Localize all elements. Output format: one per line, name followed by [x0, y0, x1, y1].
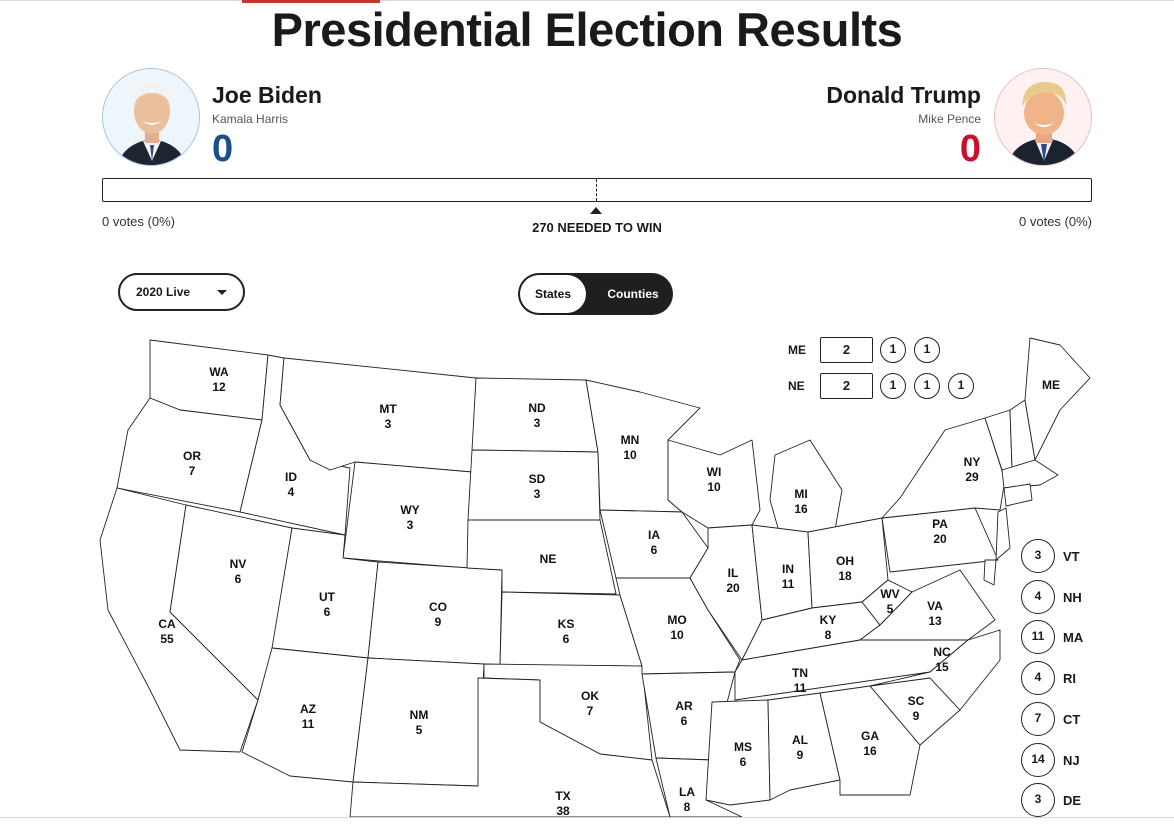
split-state-total[interactable]: 2: [820, 373, 873, 399]
top-border: [0, 0, 1174, 1]
dem-electoral-votes: 0: [212, 128, 234, 170]
state-label-oh: OH 18: [836, 554, 854, 583]
small-state-ev[interactable]: 11: [1021, 620, 1055, 654]
us-states-map: WA 12 OR 7 CA 55 ID 4 NV 6 MT 3 WY 3 UT 6 AZ 11 C…: [99, 337, 1091, 817]
district-circle[interactable]: 1: [914, 337, 940, 363]
small-state-ev[interactable]: 4: [1021, 661, 1055, 695]
small-state-ct[interactable]: 7 CT: [1021, 702, 1091, 736]
small-state-abbr: RI: [1063, 671, 1076, 686]
state-label-va: VA 13: [927, 599, 943, 628]
state-shape-nj[interactable]: [995, 507, 1011, 561]
rep-running-mate: Mike Pence: [918, 112, 981, 126]
small-state-abbr: DE: [1063, 793, 1082, 808]
state-shape-ct[interactable]: [1003, 483, 1033, 507]
small-state-abbr: NJ: [1063, 753, 1080, 768]
dem-candidate-name: Joe Biden: [212, 82, 322, 108]
small-state-vt[interactable]: 3 VT: [1021, 539, 1091, 573]
small-state-ev[interactable]: 4: [1021, 580, 1055, 614]
state-shape-nd[interactable]: [471, 377, 599, 453]
split-state-abbr: ME: [788, 343, 806, 357]
state-label-mi: MI 16: [794, 487, 808, 516]
year-select[interactable]: 2020 Live: [118, 273, 245, 311]
year-select-value: 2020 Live: [136, 285, 191, 299]
rep-candidate-name: Donald Trump: [826, 82, 981, 108]
state-label-ca: CA 55: [158, 617, 176, 646]
biden-portrait-icon: [102, 68, 200, 166]
small-state-ev[interactable]: 7: [1021, 702, 1055, 736]
small-state-abbr: MA: [1063, 630, 1084, 645]
split-state-total[interactable]: 2: [820, 337, 873, 363]
small-state-abbr: VT: [1063, 549, 1080, 564]
district-circle[interactable]: 1: [880, 337, 906, 363]
dem-running-mate: Kamala Harris: [212, 112, 289, 126]
electoral-vote-bar: [102, 178, 1092, 202]
district-circle[interactable]: 1: [880, 373, 906, 399]
state-shape-me[interactable]: [1024, 337, 1091, 461]
dem-popular-votes: 0 votes (0%): [102, 214, 175, 229]
small-state-ev[interactable]: 3: [1021, 783, 1055, 817]
state-label-ne: NE: [540, 552, 557, 566]
state-shape-nm[interactable]: [352, 657, 485, 787]
toggle-counties[interactable]: Counties: [596, 275, 670, 313]
state-label-in: IN 11: [782, 562, 795, 591]
state-label-ny: NY 29: [964, 455, 981, 484]
midpoint-triangle-icon: [590, 207, 602, 214]
small-state-de[interactable]: 3 DE: [1021, 783, 1091, 817]
state-label-me: ME: [1042, 378, 1060, 392]
small-state-nj[interactable]: 14 NJ: [1021, 743, 1091, 777]
page-title: Presidential Election Results: [271, 3, 903, 56]
district-circle[interactable]: 1: [948, 373, 974, 399]
small-state-ma[interactable]: 11 MA: [1021, 620, 1091, 654]
bottom-border: [0, 817, 1174, 818]
split-state-abbr: NE: [788, 379, 805, 393]
toggle-states[interactable]: States: [520, 275, 586, 313]
state-label-pa: PA 20: [932, 517, 948, 546]
district-circle[interactable]: 1: [914, 373, 940, 399]
view-toggle[interactable]: States Counties: [518, 273, 673, 315]
bar-midpoint-marker: [596, 179, 597, 201]
trump-portrait-icon: [994, 68, 1092, 166]
small-state-abbr: NH: [1063, 590, 1082, 605]
rep-popular-votes: 0 votes (0%): [1019, 214, 1092, 229]
state-label-az: AZ 11: [300, 702, 316, 731]
rep-electoral-votes: 0: [959, 128, 981, 170]
state-label-tn: TN 11: [792, 666, 808, 695]
needed-to-win-label: 270 NEEDED TO WIN: [532, 220, 662, 235]
state-shape-mt[interactable]: [279, 357, 477, 473]
state-label-mn: MN 10: [621, 433, 640, 462]
small-state-abbr: CT: [1063, 712, 1081, 727]
small-state-ri[interactable]: 4 RI: [1021, 661, 1091, 695]
state-shape-de[interactable]: [983, 559, 997, 586]
state-shape-ny[interactable]: [881, 417, 1006, 519]
state-label-wi: WI 10: [707, 465, 722, 494]
small-state-ev[interactable]: 14: [1021, 743, 1055, 777]
state-label-il: IL 20: [726, 566, 740, 595]
state-label-nc: NC 15: [933, 645, 951, 674]
small-state-nh[interactable]: 4 NH: [1021, 580, 1091, 614]
small-state-ev[interactable]: 3: [1021, 539, 1055, 573]
chevron-down-icon: [217, 290, 227, 295]
state-label-ga: GA 16: [861, 729, 879, 758]
